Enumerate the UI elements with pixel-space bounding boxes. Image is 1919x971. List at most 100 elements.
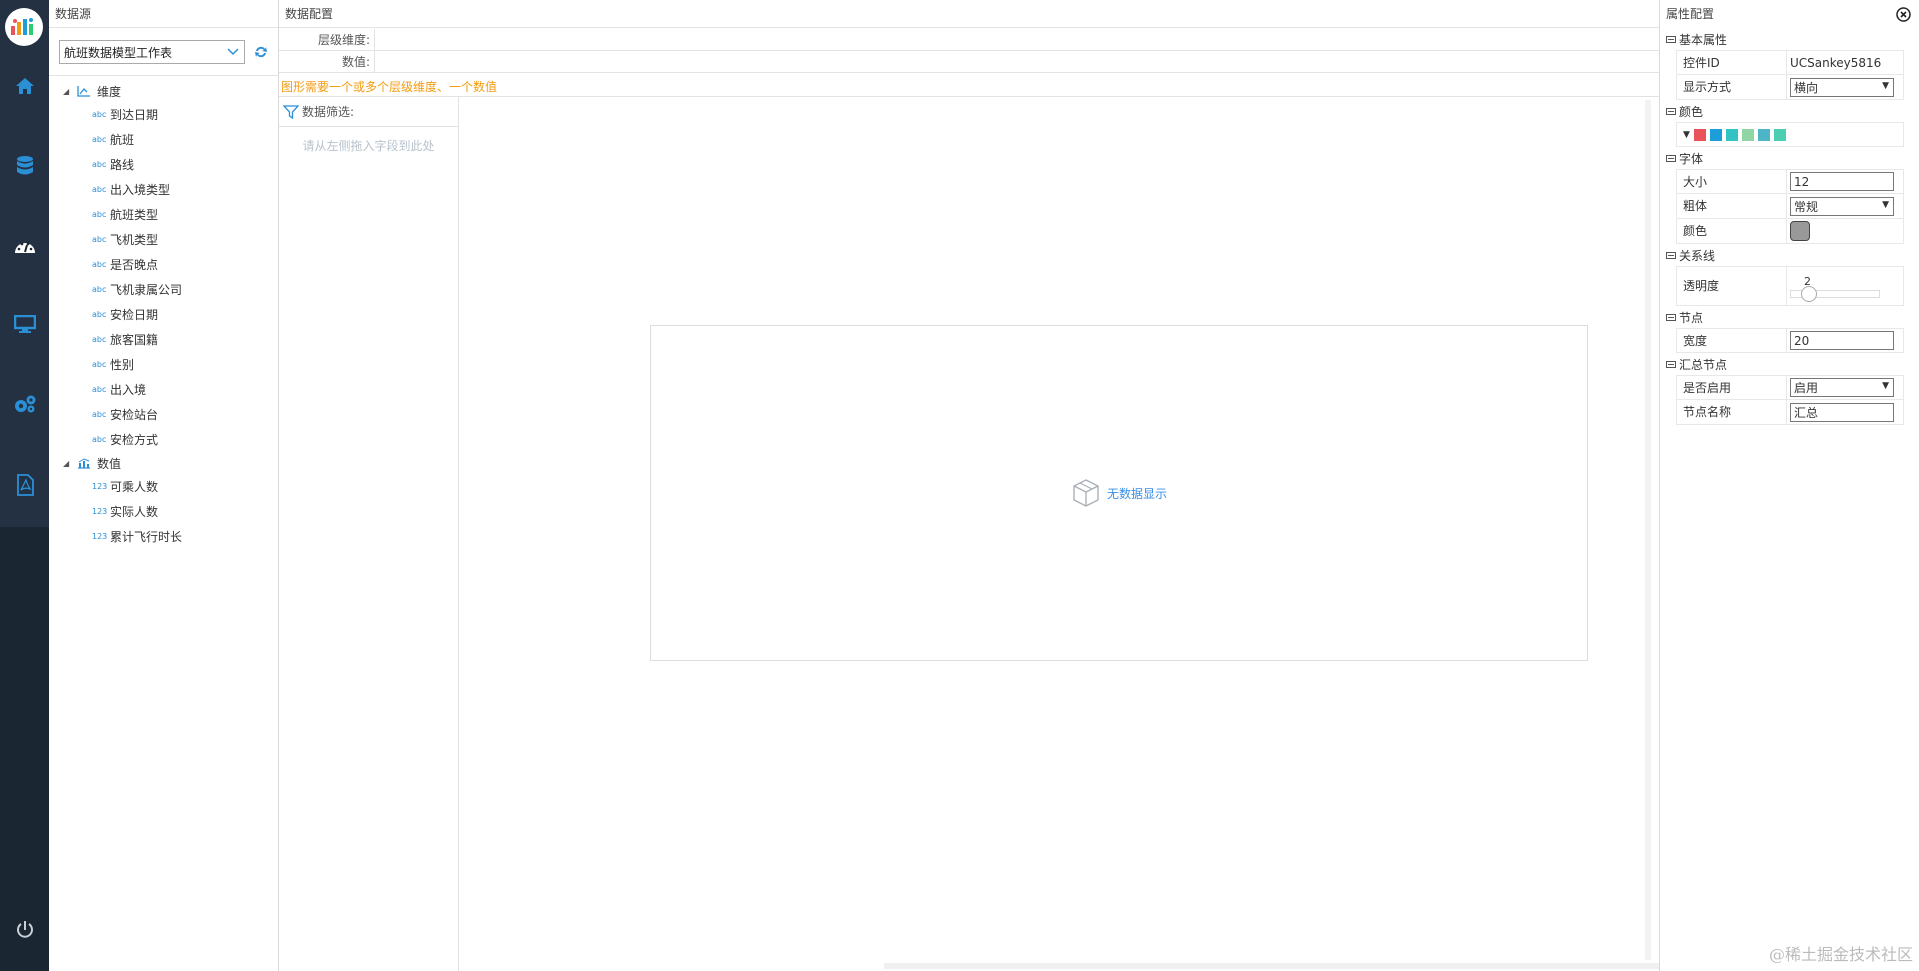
text-type-icon: abc (92, 260, 107, 269)
color-swatch[interactable] (1709, 128, 1722, 141)
value-row[interactable]: 数值: (279, 50, 1659, 73)
font-size-input[interactable]: 12 (1790, 172, 1894, 191)
expand-icon[interactable]: ◢ (63, 459, 73, 468)
monitor-icon[interactable] (0, 304, 49, 344)
section-node-label: 节点 (1679, 310, 1704, 325)
watermark: @稀土掘金技术社区 (1768, 945, 1913, 964)
field-item-label: 出入境类型 (110, 183, 171, 197)
database-icon[interactable] (0, 146, 49, 186)
color-swatch[interactable] (1725, 128, 1738, 141)
filter-panel[interactable]: 数据筛选: 请从左侧拖入字段到此处 (279, 96, 459, 971)
home-icon[interactable] (0, 66, 49, 106)
prop-summary-name: 节点名称 汇总 (1676, 400, 1904, 425)
field-item[interactable]: abc 路线 (49, 152, 279, 177)
field-item[interactable]: abc 安检方式 (49, 427, 279, 452)
field-item-label: 实际人数 (110, 505, 159, 519)
refresh-icon[interactable] (253, 44, 269, 60)
field-item-label: 航班类型 (110, 208, 159, 222)
field-item[interactable]: abc 安检站台 (49, 402, 279, 427)
field-item-label: 累计飞行时长 (110, 530, 183, 544)
summary-enable-label: 是否启用 (1677, 376, 1787, 399)
field-item[interactable]: abc 飞机类型 (49, 227, 279, 252)
field-item[interactable]: abc 旅客国籍 (49, 327, 279, 352)
vertical-scrollbar[interactable] (1645, 100, 1651, 960)
text-type-icon: abc (92, 235, 107, 244)
text-type-icon: abc (92, 360, 107, 369)
prop-summary-enable: 是否启用 启用 (1676, 375, 1904, 400)
close-icon[interactable] (1896, 7, 1911, 22)
font-bold-select[interactable]: 常规 (1790, 196, 1894, 216)
datasource-select[interactable]: 航班数据模型工作表 (59, 40, 245, 64)
tree-group[interactable]: ◢ 维度 (49, 80, 279, 102)
dashboard-icon[interactable] (0, 226, 49, 266)
field-item[interactable]: abc 性别 (49, 352, 279, 377)
summary-name-input[interactable]: 汇总 (1790, 402, 1894, 422)
text-type-icon: abc (92, 435, 107, 444)
tree-group-label: 数值 (97, 456, 122, 471)
level-dimension-row[interactable]: 层级维度: (279, 28, 1659, 51)
section-node[interactable]: 节点 (1660, 306, 1919, 328)
chevron-down-icon (227, 48, 239, 56)
section-font[interactable]: 字体 (1660, 147, 1919, 169)
summary-enable-select[interactable]: 启用 (1790, 378, 1894, 397)
section-color[interactable]: 颜色 (1660, 100, 1919, 122)
color-palette-picker[interactable]: ▼ (1677, 123, 1903, 146)
datasource-panel: 数据源 航班数据模型工作表 ◢ 维度 abc 到达日期 abc 航班 abc 路线 abc 出入境… (49, 0, 279, 971)
dataconfig-panel: 数据配置 层级维度: 数值: 图形需要一个或多个层级维度、一个数值 数据筛选: … (279, 0, 1919, 971)
power-icon[interactable] (0, 910, 49, 950)
section-link[interactable]: 关系线 (1660, 244, 1919, 266)
node-width-input[interactable]: 20 (1790, 331, 1894, 350)
field-item[interactable]: abc 到达日期 (49, 102, 279, 127)
text-type-icon: abc (92, 210, 107, 219)
section-basic[interactable]: 基本属性 (1660, 28, 1919, 50)
text-type-icon: abc (92, 385, 107, 394)
text-type-icon: abc (92, 335, 107, 344)
chart-container[interactable]: 无数据显示 (650, 325, 1588, 661)
number-type-icon: 123 (92, 532, 108, 541)
field-item-label: 是否晚点 (110, 258, 159, 272)
field-item[interactable]: 123 可乘人数 (49, 474, 279, 499)
display-mode-label: 显示方式 (1677, 75, 1787, 99)
field-item[interactable]: 123 实际人数 (49, 499, 279, 524)
field-item[interactable]: abc 安检日期 (49, 302, 279, 327)
property-panel: 属性配置 基本属性 控件ID UCSankey5816 显示方式 横向 颜色 ▼… (1659, 0, 1919, 971)
pdf-icon[interactable] (0, 465, 49, 505)
field-item-label: 安检日期 (110, 308, 159, 322)
field-item[interactable]: abc 是否晚点 (49, 252, 279, 277)
display-mode-select[interactable]: 横向 (1790, 77, 1894, 97)
text-type-icon: abc (92, 185, 107, 194)
measure-icon (77, 457, 93, 469)
number-type-icon: 123 (92, 507, 108, 516)
opacity-slider[interactable] (1790, 285, 1880, 302)
field-item-label: 旅客国籍 (110, 333, 159, 347)
slider-handle[interactable] (1801, 285, 1817, 302)
field-item[interactable]: abc 出入境类型 (49, 177, 279, 202)
color-swatch[interactable] (1741, 128, 1754, 141)
prop-control-id: 控件ID UCSankey5816 (1676, 50, 1904, 75)
font-size-label: 大小 (1677, 170, 1787, 193)
no-data-indicator: 无数据显示 (651, 326, 1587, 660)
font-color-swatch[interactable] (1790, 221, 1810, 241)
filter-dropzone-hint: 请从左侧拖入字段到此处 (302, 139, 435, 153)
tree-group[interactable]: ◢ 数值 (49, 452, 279, 474)
expand-icon[interactable]: ◢ (63, 87, 73, 96)
collapse-icon (1666, 251, 1676, 259)
collapse-icon (1666, 154, 1676, 162)
section-summary[interactable]: 汇总节点 (1660, 353, 1919, 375)
color-swatch[interactable] (1693, 128, 1706, 141)
settings-icon[interactable] (0, 384, 49, 424)
field-item[interactable]: abc 航班类型 (49, 202, 279, 227)
field-item[interactable]: abc 航班 (49, 127, 279, 152)
color-swatch[interactable] (1773, 128, 1786, 141)
caret-down-icon: ▼ (1683, 129, 1690, 140)
field-item[interactable]: abc 飞机隶属公司 (49, 277, 279, 302)
field-item-label: 飞机隶属公司 (110, 283, 183, 297)
field-item[interactable]: 123 累计飞行时长 (49, 524, 279, 549)
color-swatch[interactable] (1757, 128, 1770, 141)
config-warning: 图形需要一个或多个层级维度、一个数值 (281, 80, 498, 94)
field-item[interactable]: abc 出入境 (49, 377, 279, 402)
chart-canvas: 无数据显示 (459, 96, 1659, 971)
number-type-icon: 123 (92, 482, 108, 491)
filter-label: 数据筛选: (302, 105, 355, 119)
prop-palette: ▼ (1676, 122, 1904, 147)
